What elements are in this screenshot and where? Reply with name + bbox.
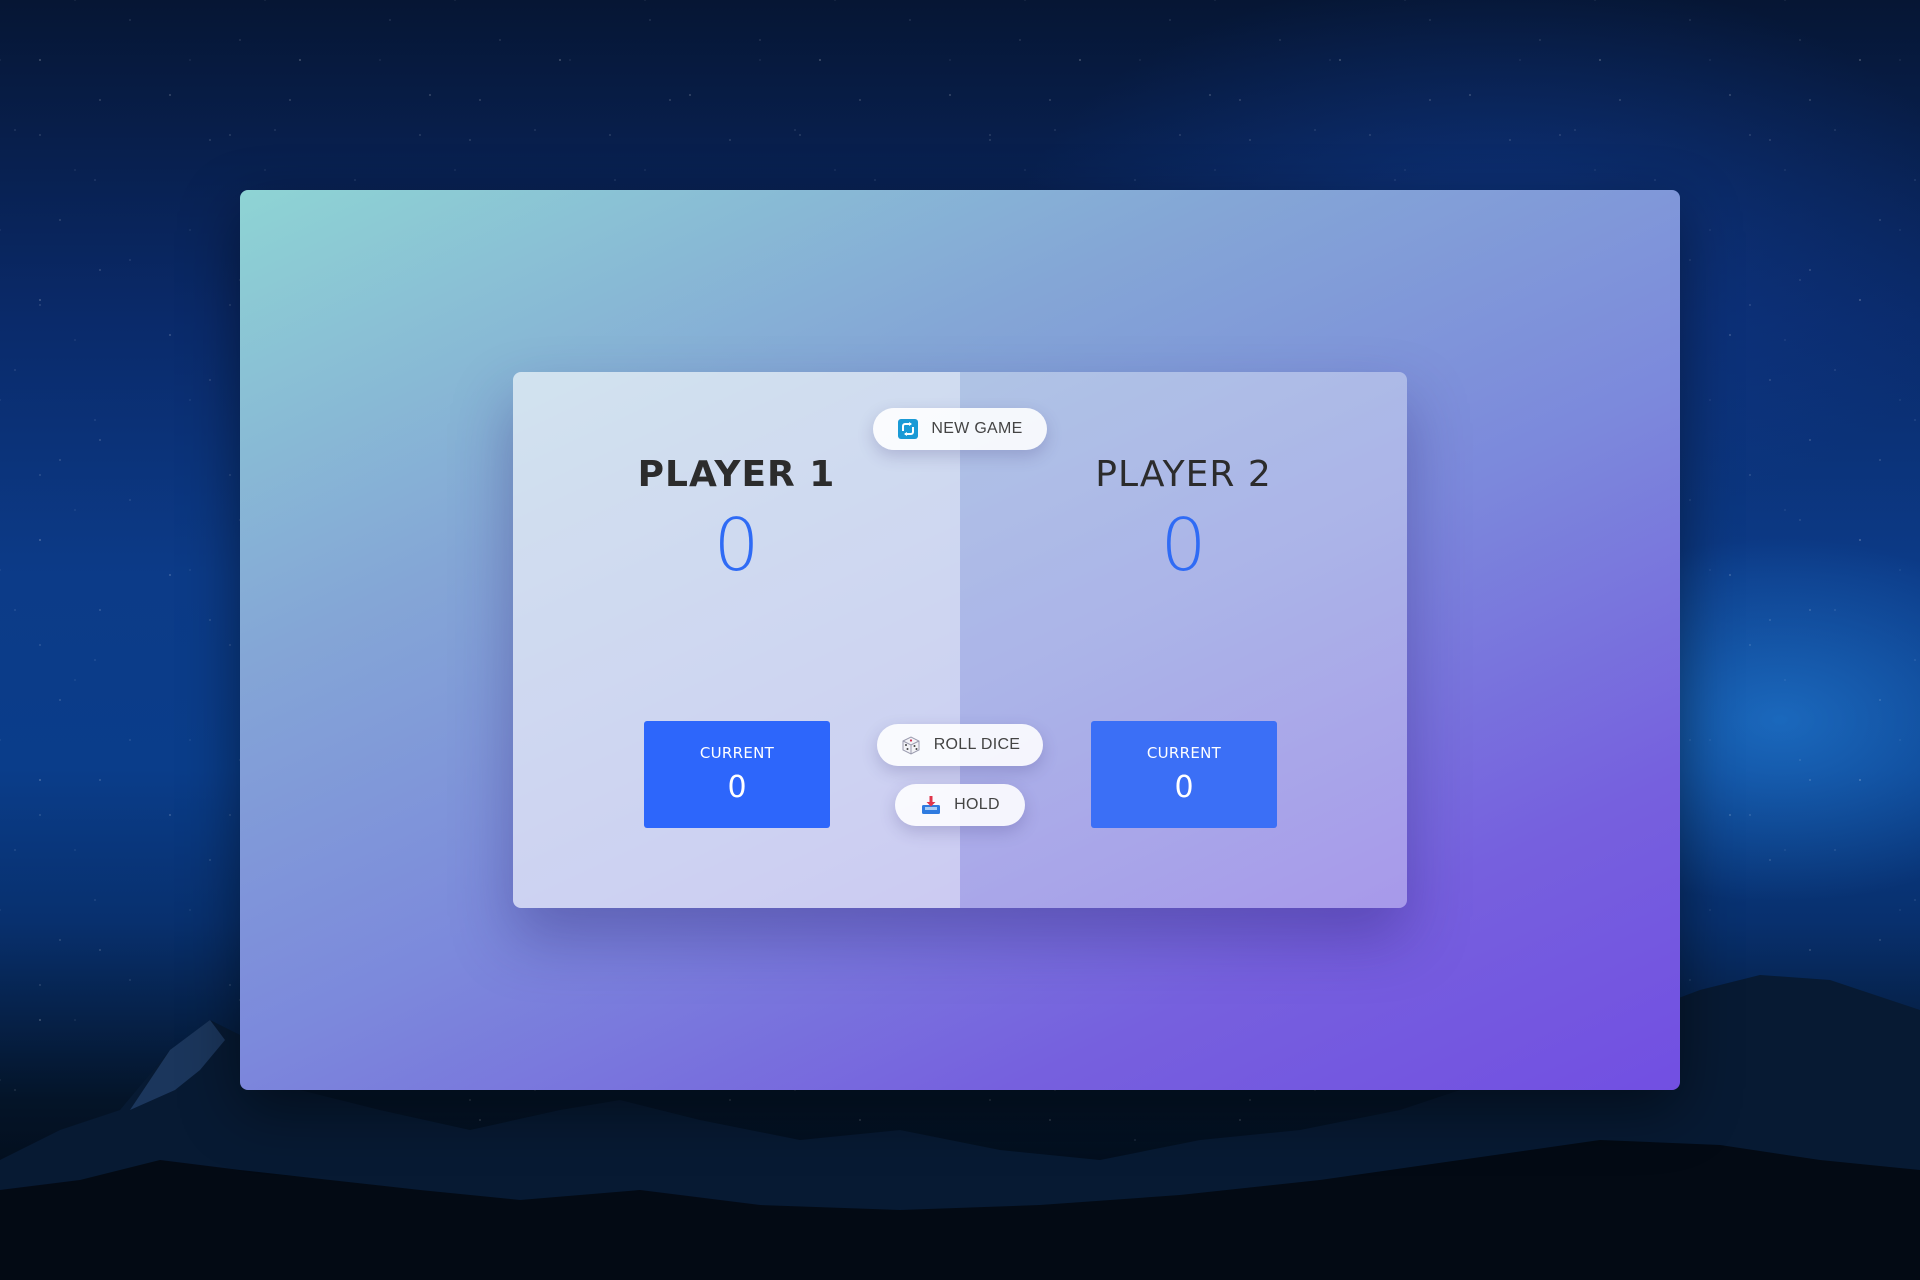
player-2-panel: PLAYER 2 0 CURRENT 0 <box>960 372 1407 908</box>
roll-dice-button[interactable]: ROLL DICE <box>877 724 1043 766</box>
player-1-panel: PLAYER 1 0 CURRENT 0 <box>513 372 960 908</box>
refresh-icon <box>897 418 919 440</box>
inbox-download-icon <box>920 794 942 816</box>
player-2-current-score: 0 <box>1174 770 1194 805</box>
player-1-score: 0 <box>713 503 760 587</box>
game-board: PLAYER 1 0 CURRENT 0 PLAYER 2 0 CURRENT … <box>513 372 1407 908</box>
player-2-current-box: CURRENT 0 <box>1091 721 1277 828</box>
player-1-name: PLAYER 1 <box>637 454 836 495</box>
player-1-current-label: CURRENT <box>699 744 775 762</box>
game-window: PLAYER 1 0 CURRENT 0 PLAYER 2 0 CURRENT … <box>240 190 1680 1090</box>
player-1-current-score: 0 <box>727 770 747 805</box>
hold-button[interactable]: HOLD <box>895 784 1025 826</box>
dice-icon <box>900 734 922 756</box>
player-2-score: 0 <box>1160 503 1207 587</box>
roll-dice-label: ROLL DICE <box>933 736 1021 753</box>
player-1-current-box: CURRENT 0 <box>644 721 830 828</box>
new-game-label: NEW GAME <box>931 420 1023 437</box>
player-2-name: PLAYER 2 <box>1095 454 1272 495</box>
hold-label: HOLD <box>954 796 1000 813</box>
new-game-button[interactable]: NEW GAME <box>873 408 1047 450</box>
player-2-current-label: CURRENT <box>1146 744 1222 762</box>
